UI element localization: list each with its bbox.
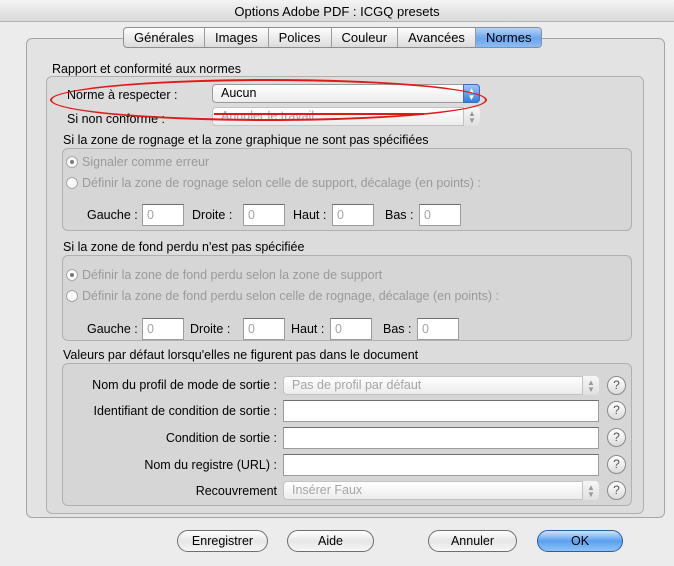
trim-section-title: Si la zone de rognage et la zone graphiq… xyxy=(63,133,429,147)
tab-generales[interactable]: Générales xyxy=(124,28,205,47)
output-profile-label: Nom du profil de mode de sortie : xyxy=(92,378,277,392)
window-title: Options Adobe PDF : ICGQ presets xyxy=(234,4,440,19)
registry-field[interactable] xyxy=(283,454,599,476)
trim-bottom-label: Bas : xyxy=(385,208,414,222)
bleed-bottom-field[interactable]: 0 xyxy=(417,318,459,340)
trim-left-label: Gauche : xyxy=(87,208,138,222)
bleed-option-media-label: Définir la zone de fond perdu selon la z… xyxy=(82,268,383,282)
trapped-help-icon[interactable]: ? xyxy=(607,481,626,500)
bleed-left-label: Gauche : xyxy=(87,322,138,336)
cancel-button[interactable]: Annuler xyxy=(428,530,517,552)
popup-arrows-icon: ▲ ▼ xyxy=(463,107,480,126)
trim-option-offset-label: Définir la zone de rognage selon celle d… xyxy=(82,176,481,190)
trim-bottom-field[interactable]: 0 xyxy=(419,204,461,226)
tab-bar: Générales Images Polices Couleur Avancée… xyxy=(123,27,543,48)
bleed-left-field[interactable]: 0 xyxy=(142,318,184,340)
ok-button[interactable]: OK xyxy=(537,530,623,552)
bleed-top-label: Haut : xyxy=(291,322,325,336)
bleed-right-field[interactable]: 0 xyxy=(243,318,285,340)
tab-normes[interactable]: Normes xyxy=(475,28,542,47)
output-condition-field[interactable] xyxy=(283,427,599,449)
popup-arrows-icon: ▲ ▼ xyxy=(582,376,599,395)
compliance-section-title: Rapport et conformité aux normes xyxy=(52,62,241,76)
bleed-option-media[interactable]: Définir la zone de fond perdu selon la z… xyxy=(66,268,382,282)
tab-polices[interactable]: Polices xyxy=(269,28,332,47)
radio-icon xyxy=(66,177,78,189)
bleed-bottom-label: Bas : xyxy=(383,322,412,336)
tab-couleur[interactable]: Couleur xyxy=(332,28,399,47)
radio-icon xyxy=(66,290,78,302)
radio-icon xyxy=(66,269,78,281)
popup-arrows-icon: ▲ ▼ xyxy=(582,481,599,500)
output-profile-value: Pas de profil par défaut xyxy=(292,378,422,392)
defaults-section-title: Valeurs par défaut lorsqu'elles ne figur… xyxy=(63,348,419,362)
radio-icon xyxy=(66,156,78,168)
tab-images[interactable]: Images xyxy=(205,28,269,47)
output-profile-popup[interactable]: Pas de profil par défaut ▲ ▼ xyxy=(283,376,599,395)
bleed-top-field[interactable]: 0 xyxy=(330,318,372,340)
registry-label: Nom du registre (URL) : xyxy=(144,458,277,472)
bleed-option-offset[interactable]: Définir la zone de fond perdu selon cell… xyxy=(66,289,499,303)
trim-top-field[interactable]: 0 xyxy=(332,204,374,226)
trim-option-offset[interactable]: Définir la zone de rognage selon celle d… xyxy=(66,176,481,190)
trim-option-error-label: Signaler comme erreur xyxy=(82,155,210,169)
save-button[interactable]: Enregistrer xyxy=(177,530,268,552)
trim-right-label: Droite : xyxy=(192,208,233,222)
tab-avancees[interactable]: Avancées xyxy=(398,28,476,47)
trapped-label: Recouvrement xyxy=(195,484,277,498)
bleed-right-label: Droite : xyxy=(190,322,231,336)
trapped-value: Insérer Faux xyxy=(292,483,363,497)
annotation-strike xyxy=(214,113,424,115)
trim-option-error[interactable]: Signaler comme erreur xyxy=(66,155,209,169)
output-condition-label: Condition de sortie : xyxy=(165,431,277,445)
trapped-popup[interactable]: Insérer Faux ▲ ▼ xyxy=(283,481,599,500)
registry-help-icon[interactable]: ? xyxy=(607,455,626,474)
help-button[interactable]: Aide xyxy=(287,530,374,552)
bleed-section-title: Si la zone de fond perdu n'est pas spéci… xyxy=(63,240,305,254)
output-condition-id-help-icon[interactable]: ? xyxy=(607,401,626,420)
output-profile-help-icon[interactable]: ? xyxy=(607,376,626,395)
trim-right-field[interactable]: 0 xyxy=(243,204,285,226)
bleed-option-offset-label: Définir la zone de fond perdu selon cell… xyxy=(82,289,499,303)
trim-left-field[interactable]: 0 xyxy=(142,204,184,226)
output-condition-help-icon[interactable]: ? xyxy=(607,428,626,447)
output-condition-id-field[interactable] xyxy=(283,400,599,422)
trim-top-label: Haut : xyxy=(293,208,327,222)
output-condition-id-label: Identifiant de condition de sortie : xyxy=(93,404,277,418)
